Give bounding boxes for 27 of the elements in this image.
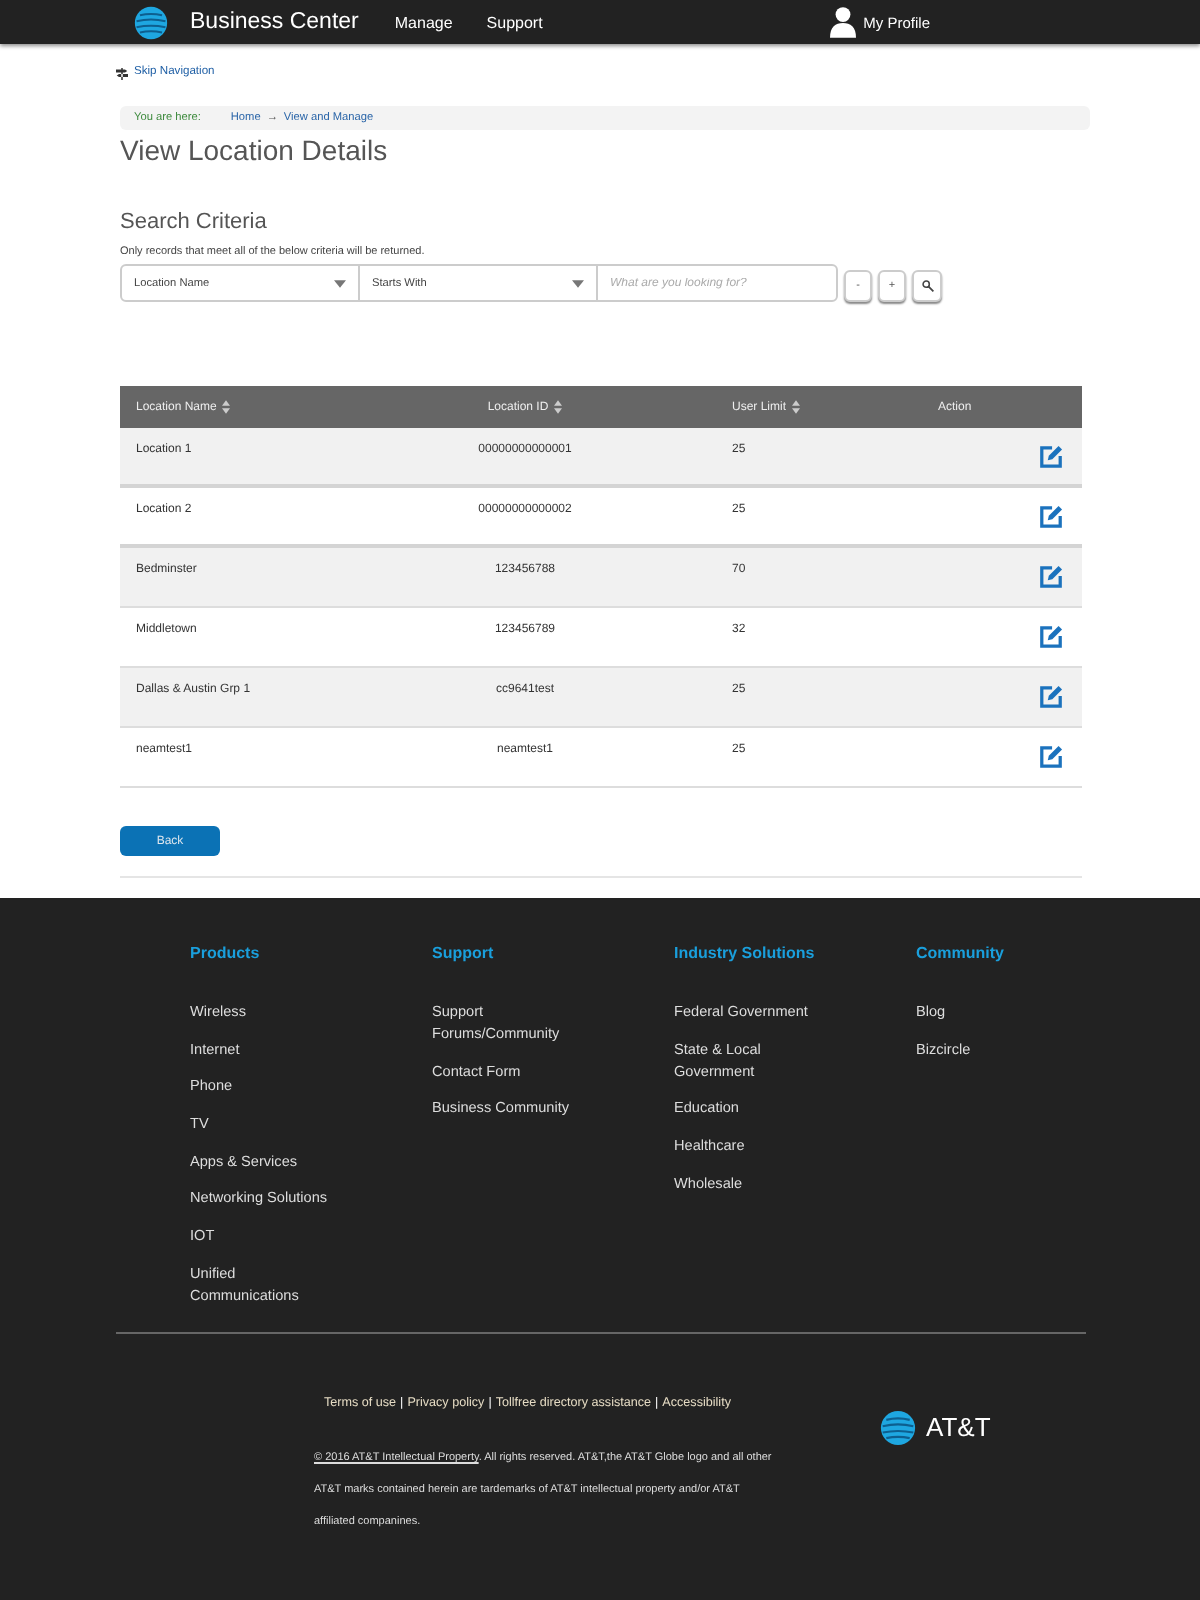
footer-heading: Support (432, 942, 494, 964)
nav-link[interactable]: Support (486, 13, 543, 31)
chevron-down-icon (334, 279, 346, 287)
logo-text: AT&T (926, 1412, 991, 1443)
edit-icon[interactable] (1038, 564, 1064, 590)
sort-icon[interactable] (792, 400, 801, 414)
signpost-icon (116, 67, 128, 79)
nav-link[interactable]: Manage (394, 13, 453, 31)
footer-heading: Products (190, 942, 260, 964)
page-title: View Location Details (120, 134, 388, 166)
section-heading: Search Criteria (120, 208, 267, 238)
globe-logo-icon (880, 1409, 916, 1446)
edit-icon[interactable] (1038, 744, 1064, 770)
brand-name: Business Center (190, 10, 359, 34)
user-silhouette-icon (829, 6, 856, 38)
footer-heading: Community (916, 942, 1004, 964)
chevron-down-icon (572, 279, 584, 287)
edit-icon[interactable] (1038, 624, 1064, 650)
sort-icon[interactable] (554, 400, 563, 414)
search-icon (921, 280, 933, 292)
edit-icon[interactable] (1038, 503, 1064, 529)
globe-logo-icon (134, 5, 168, 39)
edit-icon[interactable] (1038, 443, 1064, 469)
edit-icon[interactable] (1038, 684, 1064, 710)
sort-icon[interactable] (222, 400, 231, 414)
footer-heading: Industry Solutions (674, 942, 815, 964)
search-button[interactable] (912, 270, 942, 302)
